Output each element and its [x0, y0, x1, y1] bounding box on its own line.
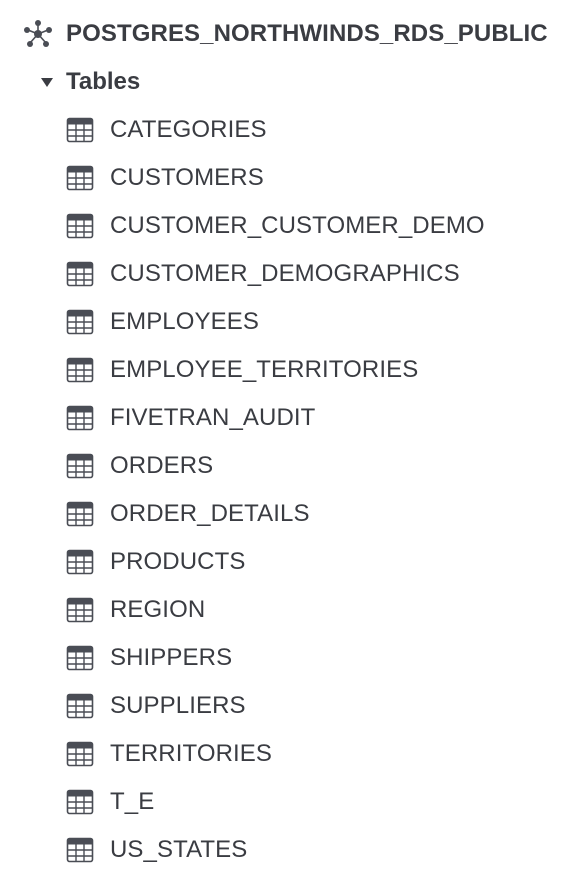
table-label: CUSTOMER_DEMOGRAPHICS	[110, 260, 460, 287]
table-item[interactable]: CUSTOMERS	[66, 154, 485, 202]
table-icon	[66, 309, 94, 335]
table-item[interactable]: EMPLOYEE_TERRITORIES	[66, 346, 485, 394]
table-label: FIVETRAN_AUDIT	[110, 404, 316, 431]
table-item[interactable]: PRODUCTS	[66, 538, 485, 586]
table-label: ORDERS	[110, 452, 214, 479]
table-label: SHIPPERS	[110, 644, 233, 671]
table-label: US_STATES	[110, 836, 248, 863]
table-list: CATEGORIES CUSTOMERS CUSTOMER_CUSTOMER_D…	[66, 106, 485, 874]
table-icon	[66, 789, 94, 815]
table-icon	[66, 165, 94, 191]
table-label: TERRITORIES	[110, 740, 273, 767]
tables-folder-node[interactable]: Tables	[40, 62, 140, 102]
table-item[interactable]: ORDERS	[66, 442, 485, 490]
table-icon	[66, 261, 94, 287]
table-icon	[66, 501, 94, 527]
table-label: EMPLOYEES	[110, 308, 259, 335]
table-item[interactable]: CUSTOMER_CUSTOMER_DEMO	[66, 202, 485, 250]
table-item[interactable]: ORDER_DETAILS	[66, 490, 485, 538]
table-label: EMPLOYEE_TERRITORIES	[110, 356, 419, 383]
schema-node[interactable]: POSTGRES_NORTHWINDS_RDS_PUBLIC	[22, 14, 548, 54]
object-tree: POSTGRES_NORTHWINDS_RDS_PUBLIC Tables CA…	[0, 0, 572, 884]
table-icon	[66, 453, 94, 479]
table-label: REGION	[110, 596, 206, 623]
table-icon	[66, 837, 94, 863]
table-label: CUSTOMERS	[110, 164, 264, 191]
table-label: SUPPLIERS	[110, 692, 246, 719]
table-item[interactable]: SUPPLIERS	[66, 682, 485, 730]
table-icon	[66, 693, 94, 719]
table-item[interactable]: CUSTOMER_DEMOGRAPHICS	[66, 250, 485, 298]
table-label: T_E	[110, 788, 155, 815]
table-icon	[66, 549, 94, 575]
table-icon	[66, 741, 94, 767]
table-label: PRODUCTS	[110, 548, 246, 575]
table-icon	[66, 645, 94, 671]
table-label: ORDER_DETAILS	[110, 500, 310, 527]
caret-down-icon[interactable]	[40, 75, 54, 89]
table-item[interactable]: REGION	[66, 586, 485, 634]
table-label: CUSTOMER_CUSTOMER_DEMO	[110, 212, 485, 239]
table-item[interactable]: SHIPPERS	[66, 634, 485, 682]
table-item[interactable]: EMPLOYEES	[66, 298, 485, 346]
table-icon	[66, 597, 94, 623]
schema-network-icon	[24, 20, 52, 47]
table-item[interactable]: T_E	[66, 778, 485, 826]
schema-label: POSTGRES_NORTHWINDS_RDS_PUBLIC	[66, 20, 548, 47]
table-item[interactable]: US_STATES	[66, 826, 485, 874]
table-icon	[66, 357, 94, 383]
table-icon	[66, 405, 94, 431]
table-item[interactable]: TERRITORIES	[66, 730, 485, 778]
table-item[interactable]: FIVETRAN_AUDIT	[66, 394, 485, 442]
table-icon	[66, 213, 94, 239]
table-label: CATEGORIES	[110, 116, 267, 143]
table-item[interactable]: CATEGORIES	[66, 106, 485, 154]
tables-folder-label: Tables	[66, 68, 141, 95]
table-icon	[66, 117, 94, 143]
